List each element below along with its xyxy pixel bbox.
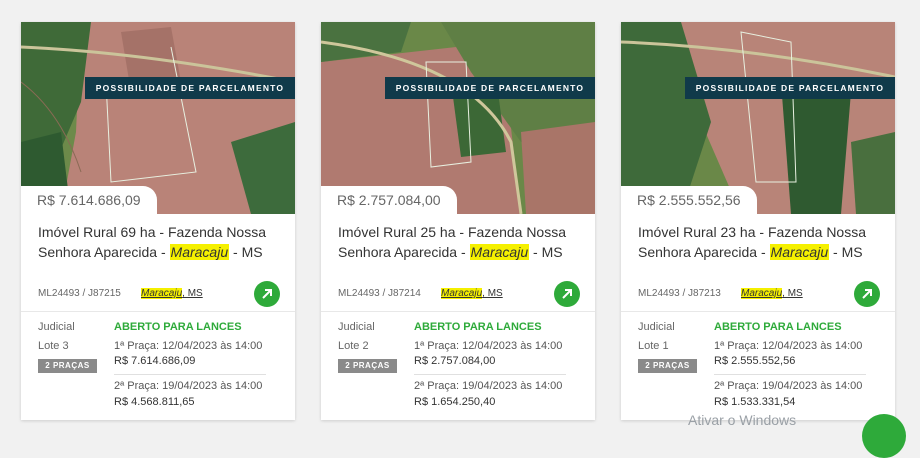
second-praca-date: 2ª Praça: 19/04/2023 às 14:00 bbox=[414, 380, 563, 392]
chat-button[interactable] bbox=[862, 414, 906, 458]
lot-number: Lote 1 bbox=[638, 340, 669, 352]
price-tag: R$ 7.614.686,09 bbox=[21, 186, 157, 214]
windows-activation-watermark: Ativar o Windows bbox=[688, 412, 797, 428]
price-tag: R$ 2.757.084,00 bbox=[321, 186, 457, 214]
lot-card-3[interactable]: POSSIBILIDADE DE PARCELAMENTO R$ 2.555.5… bbox=[621, 22, 895, 420]
pracas-badge: 2 PRAÇAS bbox=[338, 359, 397, 373]
lot-code: ML24493 / J87215 bbox=[38, 288, 121, 299]
title-city-highlight: Maracaju bbox=[469, 244, 530, 260]
first-praca-date: 1ª Praça: 12/04/2023 às 14:00 bbox=[414, 340, 563, 352]
second-praca-date: 2ª Praça: 19/04/2023 às 14:00 bbox=[714, 380, 863, 392]
arrow-up-right-icon bbox=[562, 289, 572, 299]
city-state: , MS bbox=[782, 288, 803, 299]
lot-code: ML24493 / J87213 bbox=[638, 288, 721, 299]
second-praca-value: R$ 1.533.331,54 bbox=[714, 396, 796, 408]
city-link[interactable]: Maracaju, MS bbox=[441, 288, 503, 299]
lot-card-1[interactable]: POSSIBILIDADE DE PARCELAMENTO R$ 7.614.6… bbox=[21, 22, 295, 420]
lot-code: ML24493 / J87214 bbox=[338, 288, 421, 299]
lot-card-2[interactable]: POSSIBILIDADE DE PARCELAMENTO R$ 2.757.0… bbox=[321, 22, 595, 420]
city-link[interactable]: Maracaju, MS bbox=[741, 288, 803, 299]
second-praca-date: 2ª Praça: 19/04/2023 às 14:00 bbox=[114, 380, 263, 392]
auction-status: ABERTO PARA LANCES bbox=[114, 321, 242, 333]
divider bbox=[21, 311, 295, 312]
second-praca-value: R$ 1.654.250,40 bbox=[414, 396, 496, 408]
praca-divider bbox=[114, 374, 266, 375]
auction-type: Judicial bbox=[638, 321, 675, 333]
title-city-highlight: Maracaju bbox=[169, 244, 230, 260]
praca-divider bbox=[714, 374, 866, 375]
open-lot-button[interactable] bbox=[254, 281, 280, 307]
auction-type: Judicial bbox=[338, 321, 375, 333]
open-lot-button[interactable] bbox=[854, 281, 880, 307]
first-praca-value: R$ 2.555.552,56 bbox=[714, 355, 796, 367]
pracas-badge: 2 PRAÇAS bbox=[638, 359, 697, 373]
lot-number: Lote 2 bbox=[338, 340, 369, 352]
lot-number: Lote 3 bbox=[38, 340, 69, 352]
price-tag: R$ 2.555.552,56 bbox=[621, 186, 757, 214]
city-state: , MS bbox=[182, 288, 203, 299]
title-state: - MS bbox=[529, 244, 563, 260]
divider bbox=[621, 311, 895, 312]
pracas-badge: 2 PRAÇAS bbox=[38, 359, 97, 373]
city-link[interactable]: Maracaju, MS bbox=[141, 288, 203, 299]
lot-title[interactable]: Imóvel Rural 23 ha - Fazenda Nossa Senho… bbox=[638, 222, 883, 262]
auction-type: Judicial bbox=[38, 321, 75, 333]
auction-status: ABERTO PARA LANCES bbox=[414, 321, 542, 333]
first-praca-date: 1ª Praça: 12/04/2023 às 14:00 bbox=[714, 340, 863, 352]
first-praca-value: R$ 2.757.084,00 bbox=[414, 355, 496, 367]
property-aerial-image[interactable]: POSSIBILIDADE DE PARCELAMENTO R$ 7.614.6… bbox=[21, 22, 295, 214]
auction-status: ABERTO PARA LANCES bbox=[714, 321, 842, 333]
praca-divider bbox=[414, 374, 566, 375]
property-aerial-image[interactable]: POSSIBILIDADE DE PARCELAMENTO R$ 2.757.0… bbox=[321, 22, 595, 214]
city-name: Maracaju bbox=[141, 288, 183, 299]
city-name: Maracaju bbox=[441, 288, 483, 299]
installment-banner: POSSIBILIDADE DE PARCELAMENTO bbox=[85, 77, 295, 99]
property-aerial-image[interactable]: POSSIBILIDADE DE PARCELAMENTO R$ 2.555.5… bbox=[621, 22, 895, 214]
installment-banner: POSSIBILIDADE DE PARCELAMENTO bbox=[685, 77, 895, 99]
lot-title[interactable]: Imóvel Rural 69 ha - Fazenda Nossa Senho… bbox=[38, 222, 283, 262]
arrow-up-right-icon bbox=[862, 289, 872, 299]
first-praca-value: R$ 7.614.686,09 bbox=[114, 355, 196, 367]
lot-title[interactable]: Imóvel Rural 25 ha - Fazenda Nossa Senho… bbox=[338, 222, 583, 262]
first-praca-date: 1ª Praça: 12/04/2023 às 14:00 bbox=[114, 340, 263, 352]
city-state: , MS bbox=[482, 288, 503, 299]
title-state: - MS bbox=[829, 244, 863, 260]
city-name: Maracaju bbox=[741, 288, 783, 299]
installment-banner: POSSIBILIDADE DE PARCELAMENTO bbox=[385, 77, 595, 99]
arrow-up-right-icon bbox=[262, 289, 272, 299]
title-state: - MS bbox=[229, 244, 263, 260]
title-city-highlight: Maracaju bbox=[769, 244, 830, 260]
open-lot-button[interactable] bbox=[554, 281, 580, 307]
second-praca-value: R$ 4.568.811,65 bbox=[114, 396, 195, 408]
divider bbox=[321, 311, 595, 312]
